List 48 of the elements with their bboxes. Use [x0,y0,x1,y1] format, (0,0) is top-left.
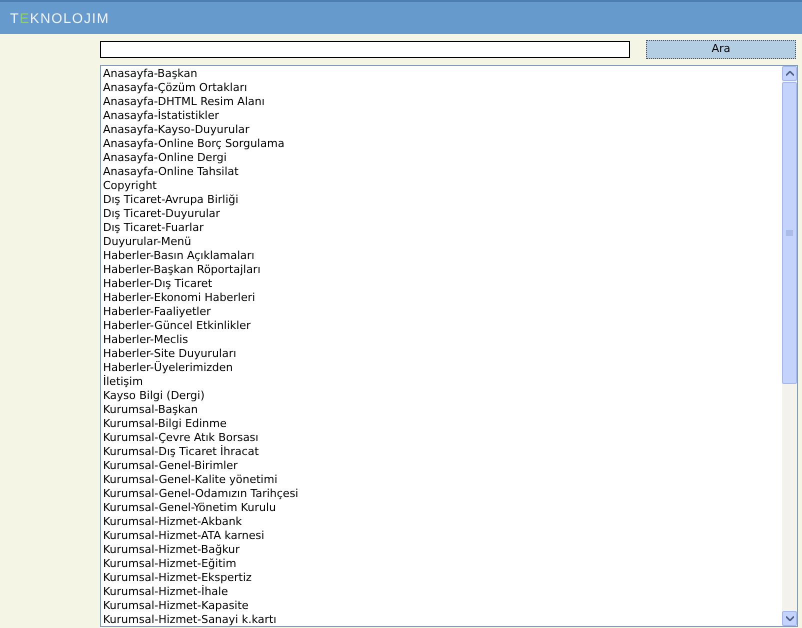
list-item[interactable]: Anasayfa-Başkan [103,67,782,81]
list-item[interactable]: Haberler-Başkan Röportajları [103,263,782,277]
list-item[interactable]: Anasayfa-İstatistikler [103,109,782,123]
list-item[interactable]: Haberler-Site Duyuruları [103,347,782,361]
list-item[interactable]: Anasayfa-Kayso-Duyurular [103,123,782,137]
list-item[interactable]: Haberler-Basın Açıklamaları [103,249,782,263]
list-item[interactable]: Kurumsal-Genel-Yönetim Kurulu [103,501,782,515]
list-box[interactable] [100,65,798,627]
list-item[interactable]: İletişim [103,375,782,389]
list-item[interactable]: Kurumsal-Genel-Odamızın Tarihçesi [103,487,782,501]
scroll-up-icon[interactable] [782,66,797,81]
search-button[interactable]: Ara [646,40,796,59]
list-item[interactable]: Anasayfa-Çözüm Ortakları [103,81,782,95]
list-item[interactable]: Kurumsal-Genel-Kalite yönetimi [103,473,782,487]
list-item[interactable]: Kurumsal-Hizmet-ATA karnesi [103,529,782,543]
scrollbar[interactable] [782,66,797,626]
list-item[interactable]: Haberler-Dış Ticaret [103,277,782,291]
list-item[interactable]: Kurumsal-Çevre Atık Borsası [103,431,782,445]
logo: TEKNOLOJIM [10,8,110,28]
list-item[interactable]: Anasayfa-Online Borç Sorgulama [103,137,782,151]
list-item[interactable]: Dış Ticaret-Avrupa Birliği [103,193,782,207]
list-item[interactable]: Anasayfa-DHTML Resim Alanı [103,95,782,109]
list-item[interactable]: Anasayfa-Online Dergi [103,151,782,165]
list-item[interactable]: Haberler-Ekonomi Haberleri [103,291,782,305]
list-item[interactable]: Kurumsal-Hizmet-Kapasite [103,599,782,613]
list-item[interactable]: Copyright [103,179,782,193]
list-item[interactable]: Kurumsal-Hizmet-Bağkur [103,543,782,557]
list-item[interactable]: Kurumsal-Bilgi Edinme [103,417,782,431]
list-item[interactable]: Haberler-Üyelerimizden [103,361,782,375]
list-item[interactable]: Kurumsal-Genel-Birimler [103,459,782,473]
scroll-down-icon[interactable] [782,611,797,626]
list-item[interactable]: Kurumsal-Dış Ticaret İhracat [103,445,782,459]
list-item[interactable]: Haberler-Güncel Etkinlikler [103,319,782,333]
list-item[interactable]: Dış Ticaret-Fuarlar [103,221,782,235]
scroll-thumb[interactable] [782,82,797,384]
list-item[interactable]: Kurumsal-Hizmet-Ekspertiz [103,571,782,585]
list-item[interactable]: Kurumsal-Hizmet-Sanayi k.kartı [103,613,782,626]
search-field[interactable] [100,41,630,58]
list-item[interactable]: Kurumsal-Başkan [103,403,782,417]
list-item[interactable]: Duyurular-Menü [103,235,782,249]
list-item[interactable]: Dış Ticaret-Duyurular [103,207,782,221]
list-item[interactable]: Anasayfa-Online Tahsilat [103,165,782,179]
list-item[interactable]: Kayso Bilgi (Dergi) [103,389,782,403]
list-item[interactable]: Kurumsal-Hizmet-Eğitim [103,557,782,571]
list-item[interactable]: Kurumsal-Hizmet-İhale [103,585,782,599]
list-item[interactable]: Kurumsal-Hizmet-Akbank [103,515,782,529]
list-item[interactable]: Haberler-Meclis [103,333,782,347]
list-item[interactable]: Haberler-Faaliyetler [103,305,782,319]
